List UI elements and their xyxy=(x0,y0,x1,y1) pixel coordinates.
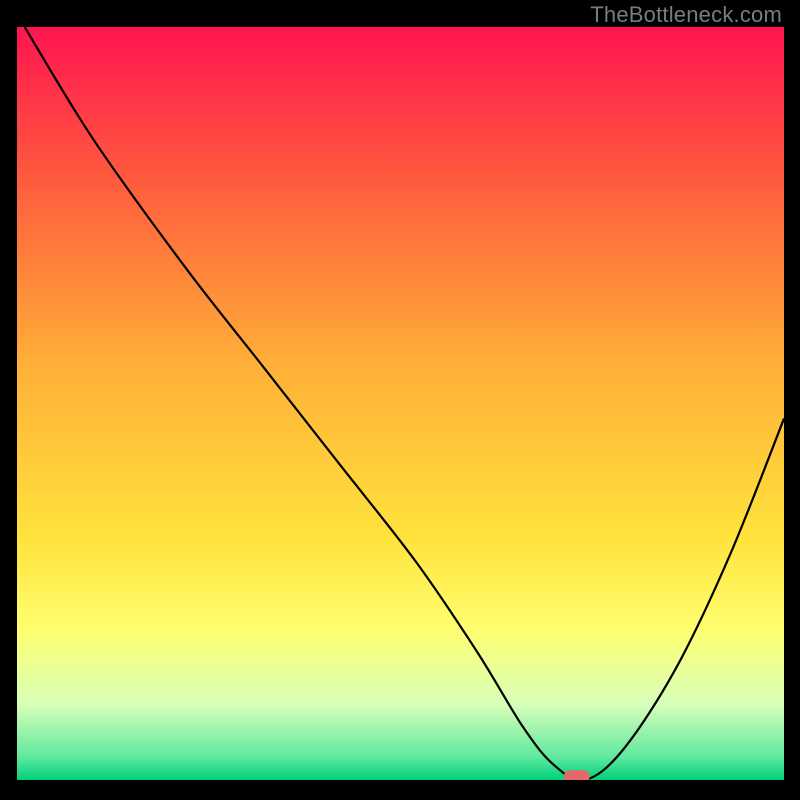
chart-svg xyxy=(17,27,784,780)
bottleneck-marker xyxy=(564,770,590,780)
chart-frame: TheBottleneck.com xyxy=(0,0,800,800)
gradient-background xyxy=(17,27,784,780)
watermark-text: TheBottleneck.com xyxy=(590,2,782,28)
plot-area xyxy=(17,27,784,780)
